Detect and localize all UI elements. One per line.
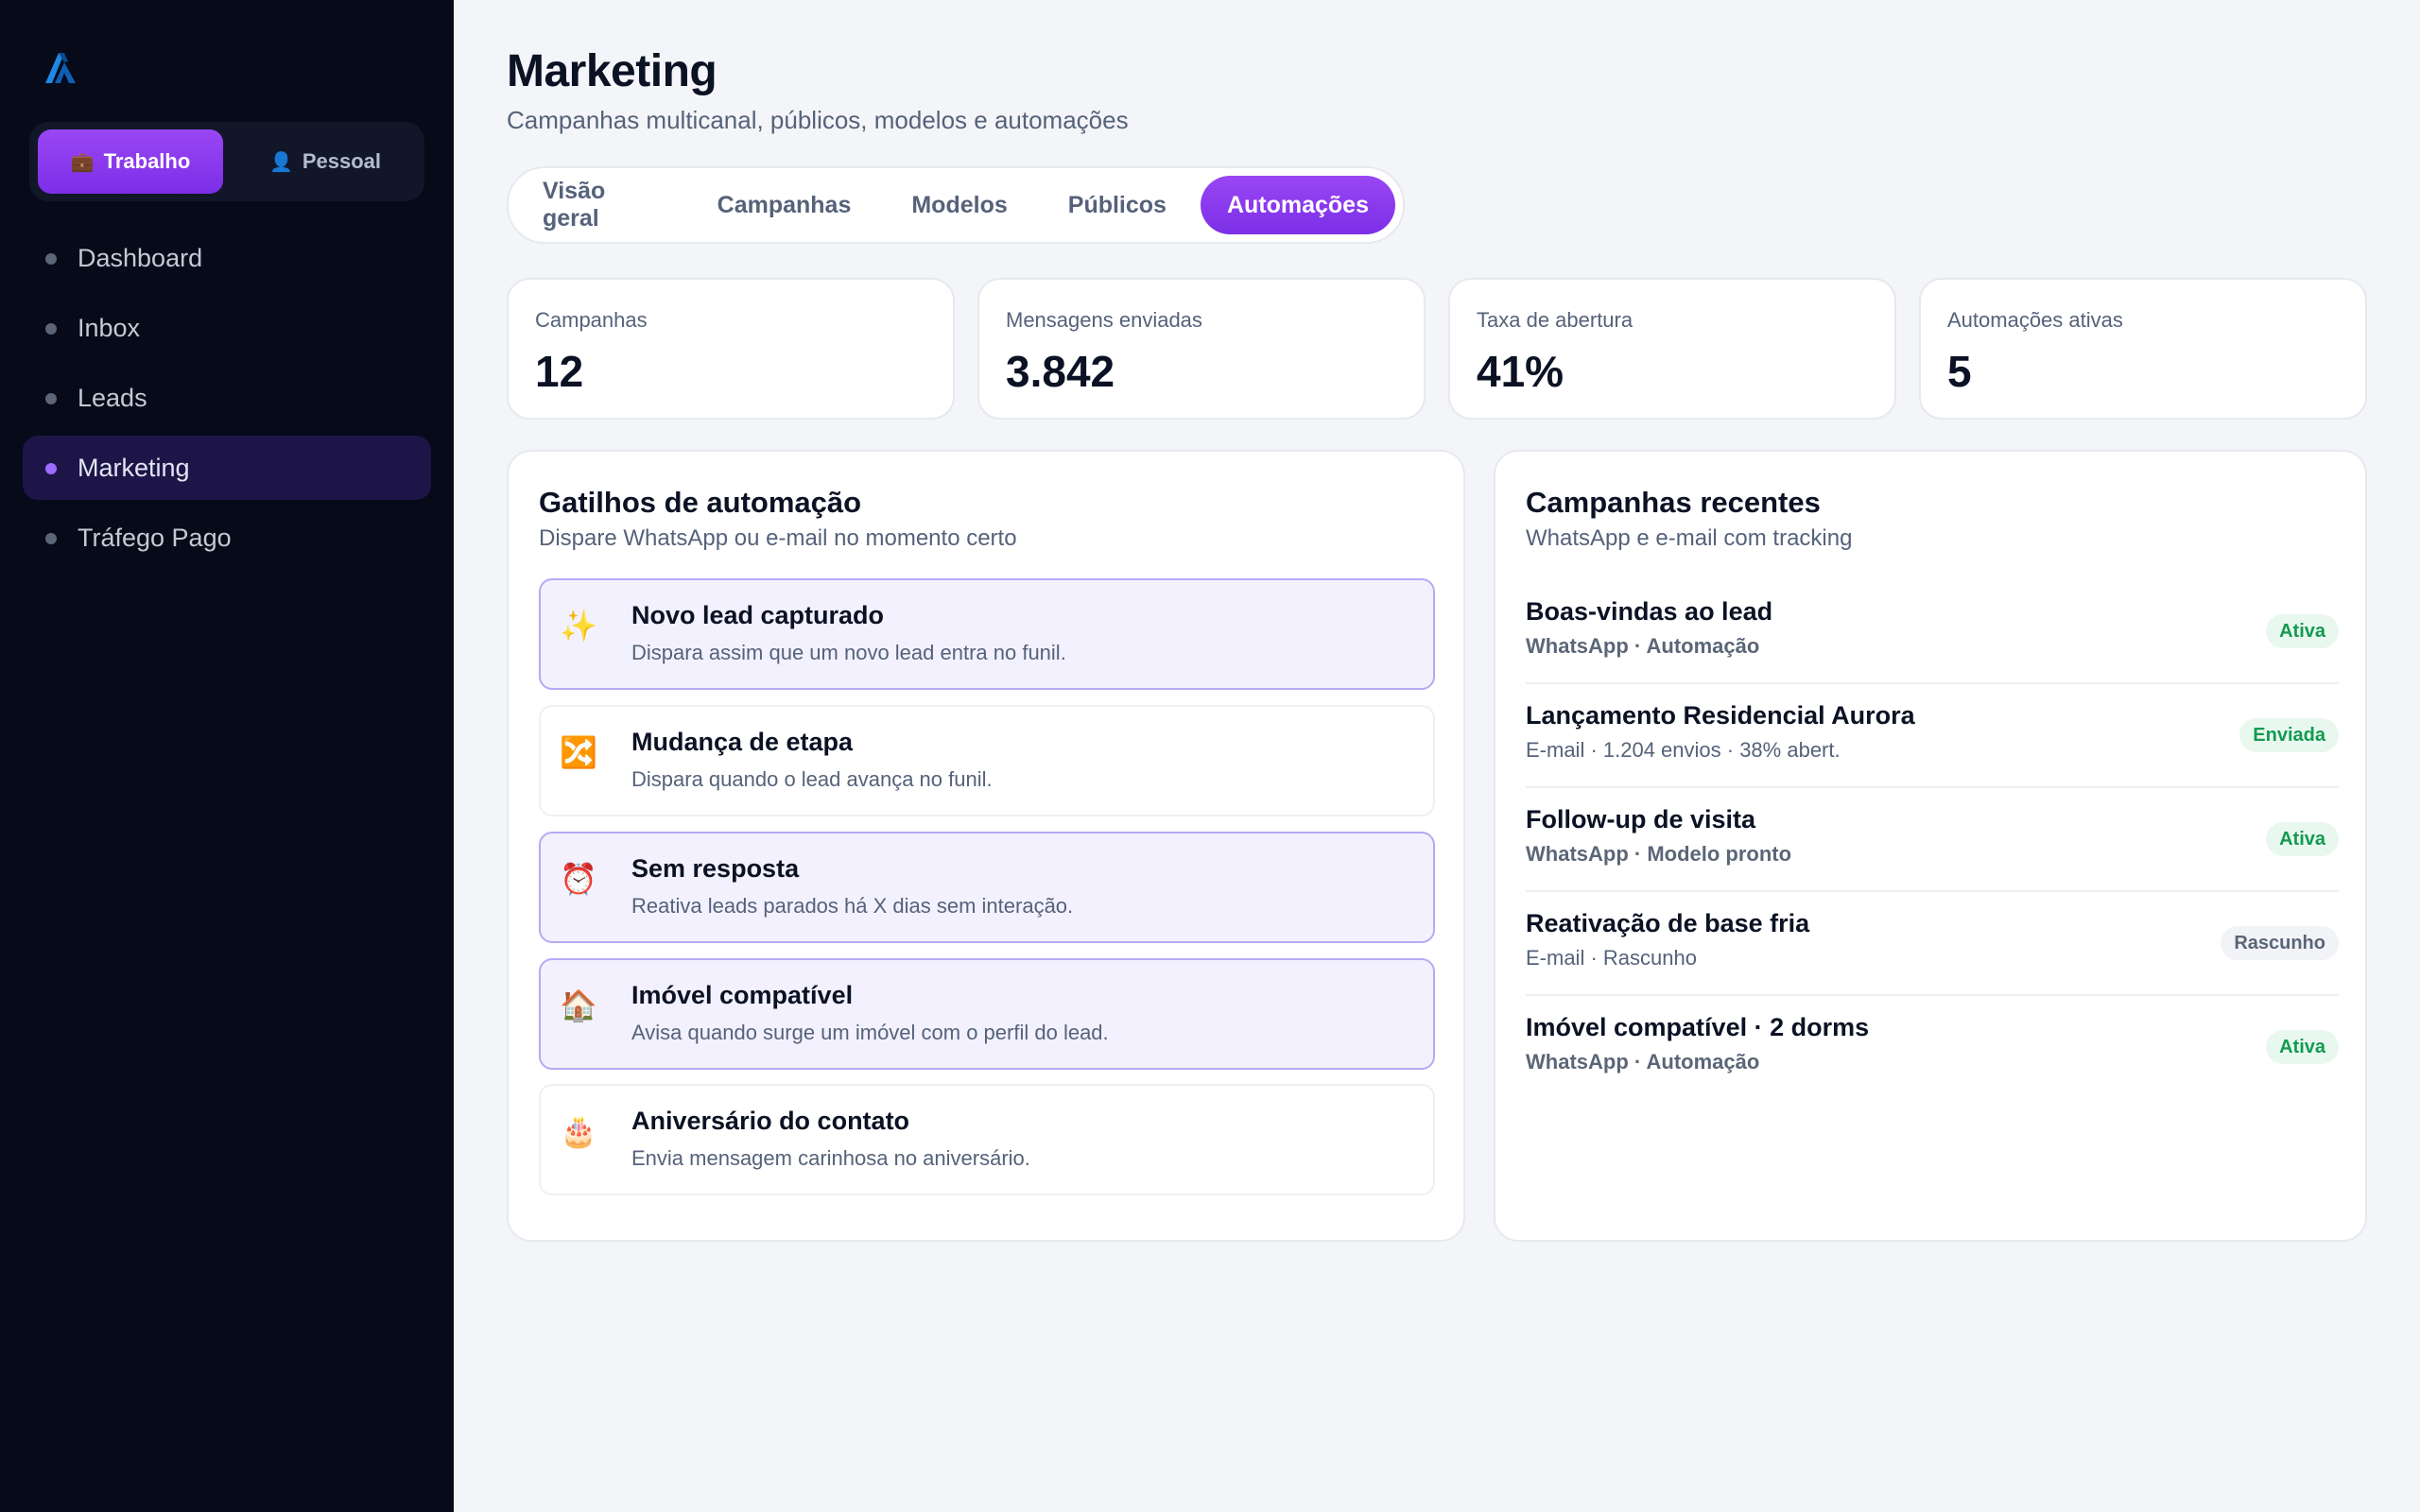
bullet-dot-icon — [45, 393, 57, 404]
trigger-novo-lead-capturado[interactable]: ✨ Novo lead capturado Dispara assim que … — [539, 578, 1435, 690]
bullet-dot-icon — [45, 323, 57, 335]
trigger-description: Avisa quando surge um imóvel com o perfi… — [631, 1021, 1109, 1044]
stat-card-taxa-de-abertura: Taxa de abertura 41% — [1448, 278, 1896, 420]
marketing-tabs: Visão geral Campanhas Modelos Públicos A… — [507, 166, 1405, 244]
sidebar-item-inbox[interactable]: Inbox — [23, 296, 431, 360]
bullet-dot-icon — [45, 533, 57, 544]
trigger-title: Aniversário do contato — [631, 1107, 910, 1135]
stat-card-automacoes-ativas: Automações ativas 5 — [1919, 278, 2367, 420]
briefcase-icon: 💼 — [70, 151, 95, 173]
stat-value: 12 — [535, 347, 584, 396]
automation-triggers-panel: Gatilhos de automação Dispare WhatsApp o… — [507, 450, 1465, 1242]
campaign-title: Follow-up de visita — [1526, 805, 1756, 833]
trigger-description: Dispara quando o lead avança no funil. — [631, 767, 993, 791]
campaign-meta: E-mail · 1.204 envios · 38% abert. — [1526, 738, 1841, 762]
sidebar-item-label: Leads — [78, 383, 147, 412]
sidebar: 💼 Trabalho 👤 Pessoal Dashboard Inbox Lea… — [0, 0, 454, 1512]
sidebar-item-leads[interactable]: Leads — [23, 366, 431, 430]
trigger-aniversario-do-contato[interactable]: 🎂 Aniversário do contato Envia mensagem … — [539, 1084, 1435, 1195]
stat-value: 41% — [1477, 347, 1564, 396]
sidebar-item-marketing[interactable]: Marketing — [23, 436, 431, 500]
status-badge: Ativa — [2266, 614, 2339, 648]
trigger-title: Imóvel compatível — [631, 981, 854, 1009]
campaign-title: Boas-vindas ao lead — [1526, 597, 1773, 626]
tab-publicos[interactable]: Públicos — [1042, 176, 1193, 234]
status-badge: Rascunho — [2221, 926, 2339, 960]
tab-modelos[interactable]: Modelos — [885, 176, 1033, 234]
sparkles-icon: ✨ — [560, 609, 597, 643]
campaign-row[interactable]: Imóvel compatível · 2 dorms WhatsApp · A… — [1526, 996, 2339, 1100]
panel-subtitle: Dispare WhatsApp ou e-mail no momento ce… — [539, 525, 1017, 551]
page-title: Marketing — [507, 46, 717, 96]
stat-card-mensagens-enviadas: Mensagens enviadas 3.842 — [977, 278, 1426, 420]
status-badge: Ativa — [2266, 1030, 2339, 1064]
person-icon: 👤 — [268, 151, 293, 173]
campaign-row[interactable]: Lançamento Residencial Aurora E-mail · 1… — [1526, 684, 2339, 788]
trigger-title: Mudança de etapa — [631, 728, 854, 756]
mode-button-trabalho[interactable]: 💼 Trabalho — [38, 129, 223, 194]
tab-campanhas[interactable]: Campanhas — [691, 176, 878, 234]
campaign-meta: E-mail · Rascunho — [1526, 946, 1697, 970]
panel-subtitle: WhatsApp e e-mail com tracking — [1526, 525, 1853, 551]
page-subtitle: Campanhas multicanal, públicos, modelos … — [507, 106, 1129, 134]
sidebar-item-label: Tráfego Pago — [78, 523, 232, 552]
mode-button-pessoal[interactable]: 👤 Pessoal — [233, 129, 418, 194]
trigger-sem-resposta[interactable]: ⏰ Sem resposta Reativa leads parados há … — [539, 832, 1435, 943]
status-badge: Ativa — [2266, 822, 2339, 856]
sidebar-item-label: Marketing — [78, 453, 190, 482]
stat-label: Taxa de abertura — [1477, 308, 1634, 332]
tab-automacoes[interactable]: Automações — [1200, 176, 1395, 234]
sidebar-item-label: Dashboard — [78, 243, 203, 272]
shuffle-icon: 🔀 — [560, 735, 597, 769]
mode-label: Pessoal — [302, 149, 382, 173]
panel-title: Campanhas recentes — [1526, 486, 1821, 519]
trigger-description: Reativa leads parados há X dias sem inte… — [631, 894, 1074, 918]
campaign-title: Imóvel compatível · 2 dorms — [1526, 1013, 1870, 1041]
stat-value: 3.842 — [1006, 347, 1115, 396]
house-icon: 🏠 — [560, 988, 597, 1022]
sidebar-item-trafego-pago[interactable]: Tráfego Pago — [23, 506, 431, 570]
mode-label: Trabalho — [103, 149, 191, 173]
bullet-dot-icon — [45, 463, 57, 474]
campaign-title: Lançamento Residencial Aurora — [1526, 701, 1915, 730]
trigger-title: Sem resposta — [631, 854, 800, 883]
stat-label: Automações ativas — [1947, 308, 2123, 332]
campaign-row[interactable]: Follow-up de visita WhatsApp · Modelo pr… — [1526, 788, 2339, 892]
stat-label: Mensagens enviadas — [1006, 308, 1202, 332]
sidebar-item-dashboard[interactable]: Dashboard — [23, 226, 431, 290]
campaign-meta: WhatsApp · Automação — [1526, 634, 1760, 658]
logo-mark-icon[interactable] — [42, 47, 81, 87]
campaign-row[interactable]: Boas-vindas ao lead WhatsApp · Automação… — [1526, 580, 2339, 684]
campaign-meta: WhatsApp · Automação — [1526, 1050, 1760, 1074]
tab-visao-geral[interactable]: Visão geral — [516, 176, 683, 234]
alarm-clock-icon: ⏰ — [560, 862, 597, 896]
campaign-title: Reativação de base fria — [1526, 909, 1810, 937]
workspace-mode-switch: 💼 Trabalho 👤 Pessoal — [29, 122, 424, 201]
trigger-imovel-compativel[interactable]: 🏠 Imóvel compatível Avisa quando surge u… — [539, 958, 1435, 1070]
trigger-title: Novo lead capturado — [631, 601, 885, 629]
stat-card-campanhas: Campanhas 12 — [507, 278, 955, 420]
trigger-mudanca-de-etapa[interactable]: 🔀 Mudança de etapa Dispara quando o lead… — [539, 705, 1435, 816]
stat-value: 5 — [1947, 347, 1972, 396]
birthday-cake-icon: 🎂 — [560, 1114, 597, 1148]
bullet-dot-icon — [45, 253, 57, 265]
recent-campaigns-panel: Campanhas recentes WhatsApp e e-mail com… — [1494, 450, 2367, 1242]
status-badge: Enviada — [2239, 718, 2339, 752]
campaign-meta: WhatsApp · Modelo pronto — [1526, 842, 1792, 866]
sidebar-nav: Dashboard Inbox Leads Marketing Tráfego … — [23, 226, 431, 576]
campaign-row[interactable]: Reativação de base fria E-mail · Rascunh… — [1526, 892, 2339, 996]
stat-label: Campanhas — [535, 308, 648, 332]
panel-title: Gatilhos de automação — [539, 486, 862, 519]
sidebar-item-label: Inbox — [78, 313, 141, 342]
trigger-description: Envia mensagem carinhosa no aniversário. — [631, 1146, 1030, 1170]
trigger-description: Dispara assim que um novo lead entra no … — [631, 641, 1066, 664]
